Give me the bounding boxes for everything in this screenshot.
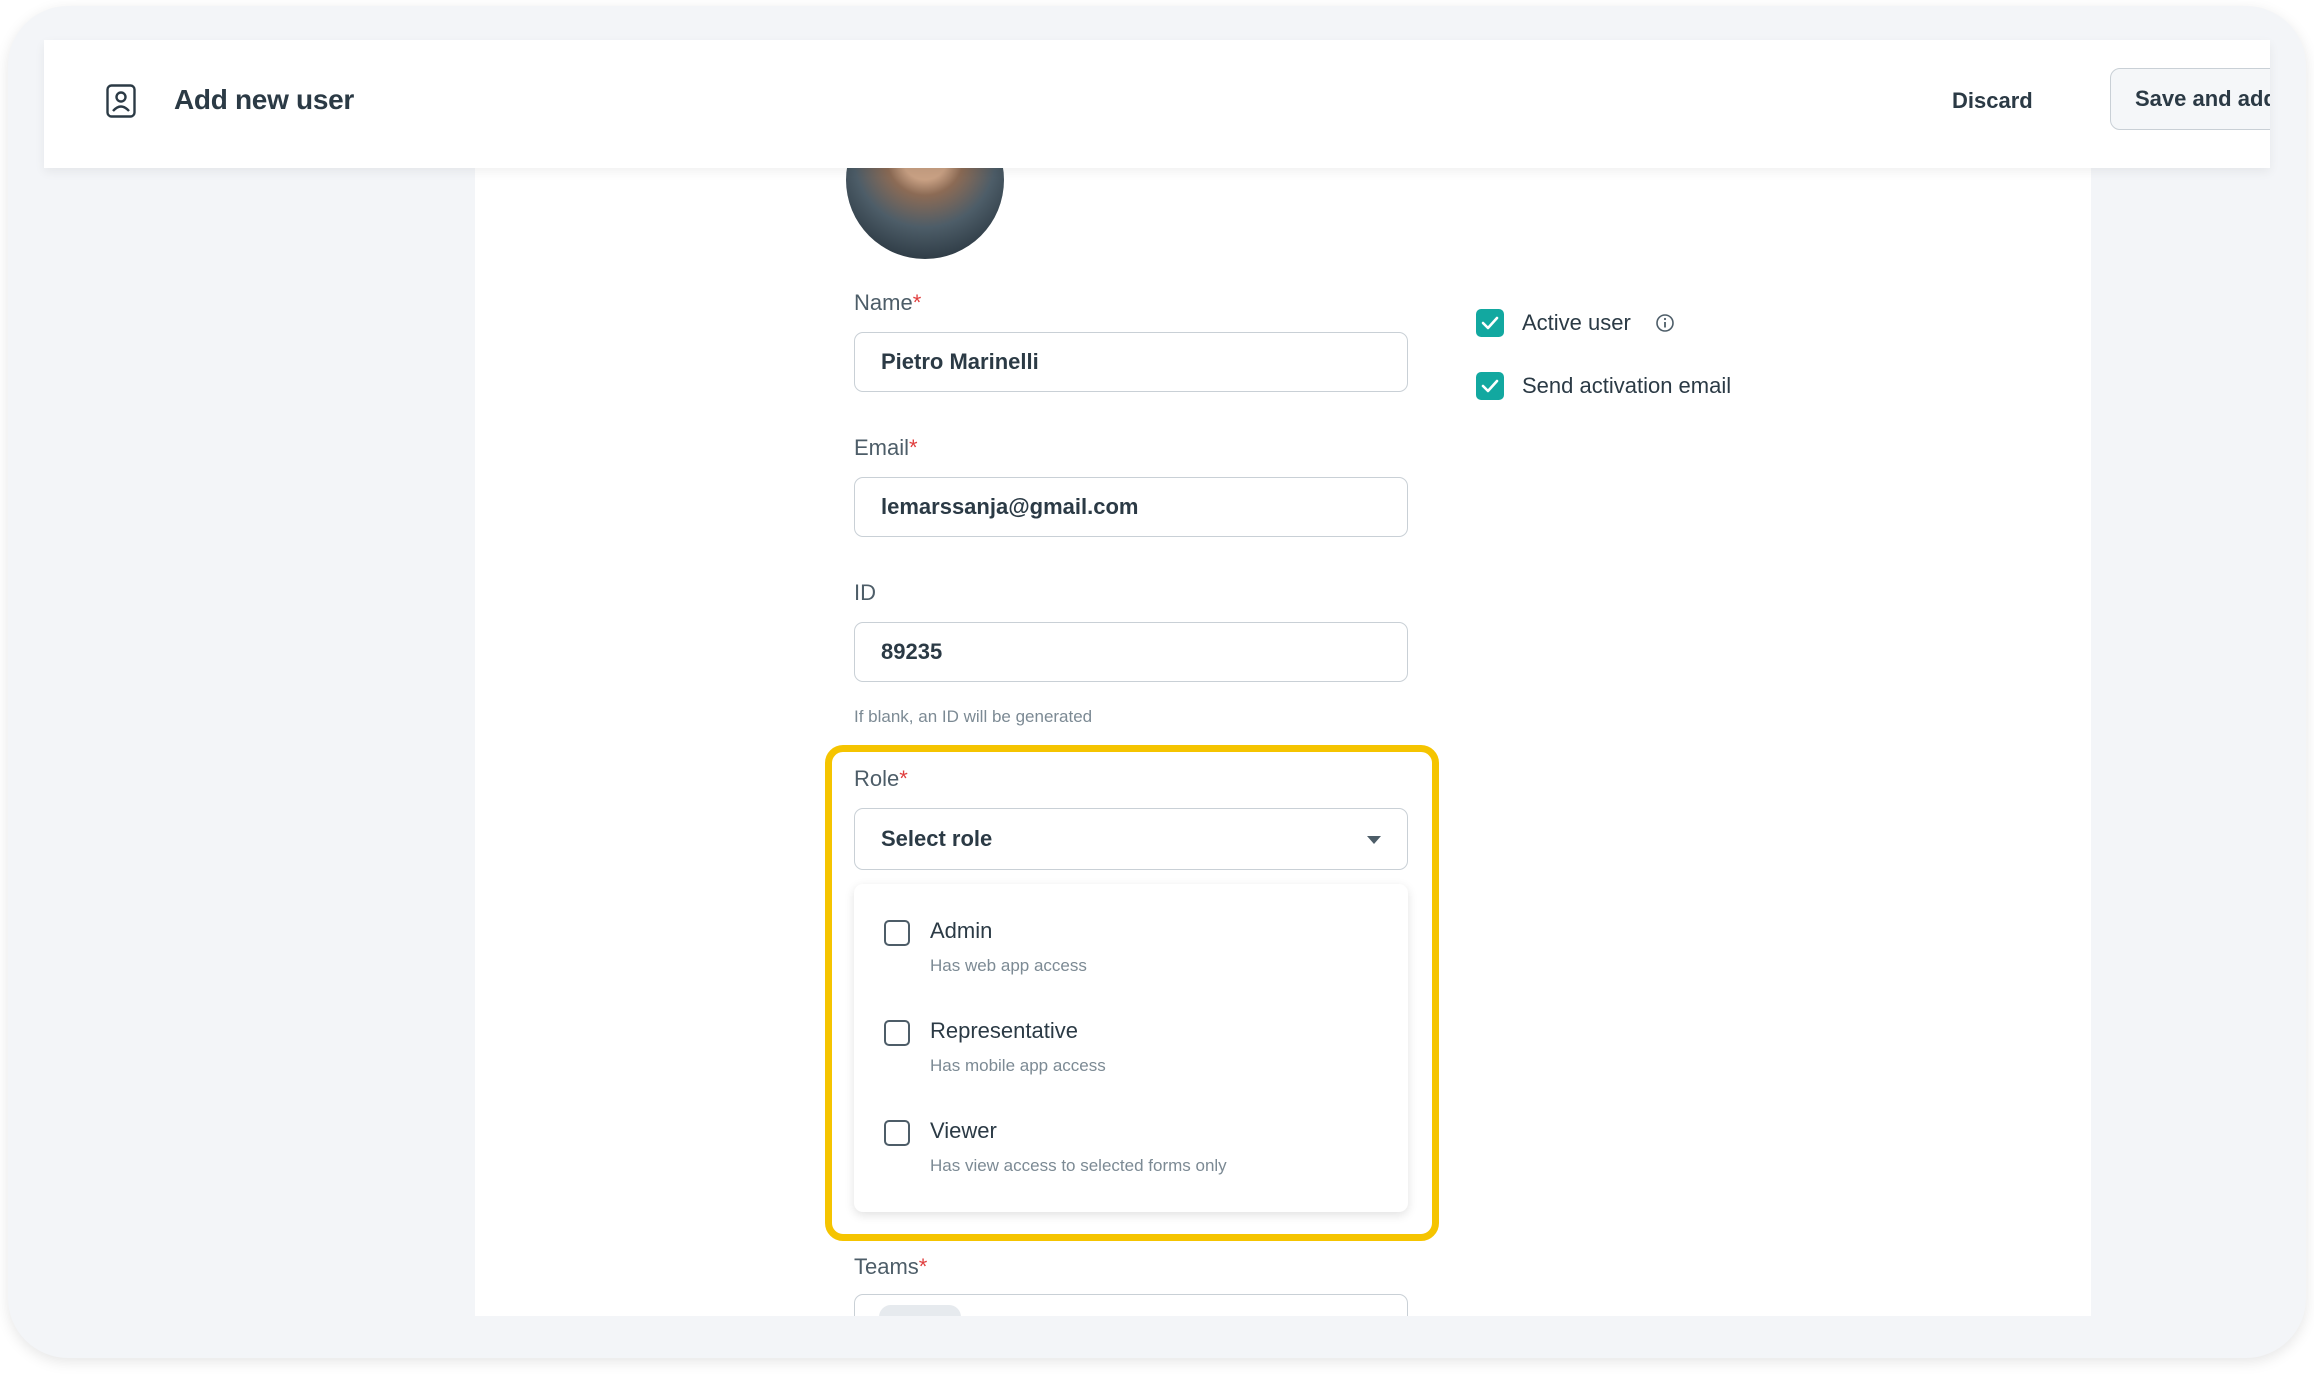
app-window: Add new user Discard Save and add anot N… bbox=[8, 6, 2306, 1358]
send-activation-toggle[interactable]: Send activation email bbox=[1476, 372, 1731, 400]
name-label: Name* bbox=[854, 290, 921, 316]
viewer-checkbox[interactable] bbox=[884, 1120, 910, 1146]
option-description: Has view access to selected forms only bbox=[930, 1156, 1227, 1175]
email-field[interactable]: lemarssanja@gmail.com bbox=[854, 477, 1408, 537]
name-field[interactable]: Pietro Marinelli bbox=[854, 332, 1408, 392]
role-label: Role* bbox=[854, 766, 908, 792]
teams-label-text: Teams bbox=[854, 1254, 919, 1279]
discard-button[interactable]: Discard bbox=[1952, 88, 2033, 114]
option-label: Viewer bbox=[930, 1118, 997, 1143]
required-mark: * bbox=[912, 290, 922, 315]
email-label-text: Email bbox=[854, 435, 910, 460]
option-label: Admin bbox=[930, 918, 993, 943]
role-dropdown-menu: Admin Has web app access Representative … bbox=[854, 884, 1408, 1212]
checkmark-icon bbox=[1481, 379, 1499, 393]
representative-checkbox[interactable] bbox=[884, 1020, 910, 1046]
name-label-text: Name bbox=[854, 290, 913, 315]
chevron-down-icon bbox=[1367, 836, 1381, 844]
info-icon[interactable] bbox=[1655, 313, 1675, 333]
required-mark: * bbox=[899, 766, 908, 791]
id-label: ID bbox=[854, 580, 876, 605]
required-mark: * bbox=[909, 435, 918, 460]
active-user-toggle[interactable]: Active user bbox=[1476, 309, 1675, 337]
send-activation-label: Send activation email bbox=[1522, 373, 1732, 398]
active-user-label: Active user bbox=[1522, 310, 1631, 335]
admin-checkbox[interactable] bbox=[884, 920, 910, 946]
panel-bottom-edge bbox=[475, 1316, 2091, 1358]
option-description: Has web app access bbox=[930, 956, 1087, 975]
role-select[interactable]: Select role bbox=[854, 808, 1408, 870]
option-label: Representative bbox=[930, 1018, 1078, 1043]
active-user-checkbox[interactable] bbox=[1476, 309, 1504, 337]
teams-label: Teams* bbox=[854, 1254, 927, 1280]
role-label-text: Role bbox=[854, 766, 900, 791]
id-hint: If blank, an ID will be generated bbox=[854, 707, 1093, 726]
email-label: Email* bbox=[854, 435, 918, 461]
option-description: Has mobile app access bbox=[930, 1056, 1106, 1075]
id-field[interactable]: 89235 bbox=[854, 622, 1408, 682]
page-title: Add new user bbox=[174, 84, 354, 115]
role-select-value: Select role bbox=[881, 826, 993, 851]
checkmark-icon bbox=[1481, 316, 1499, 330]
header-bar: Add new user Discard Save and add anot bbox=[44, 40, 2270, 168]
send-activation-checkbox[interactable] bbox=[1476, 372, 1504, 400]
save-and-add-another-button[interactable]: Save and add anot bbox=[2110, 68, 2270, 130]
required-mark: * bbox=[918, 1254, 928, 1279]
user-profile-icon bbox=[106, 84, 136, 118]
